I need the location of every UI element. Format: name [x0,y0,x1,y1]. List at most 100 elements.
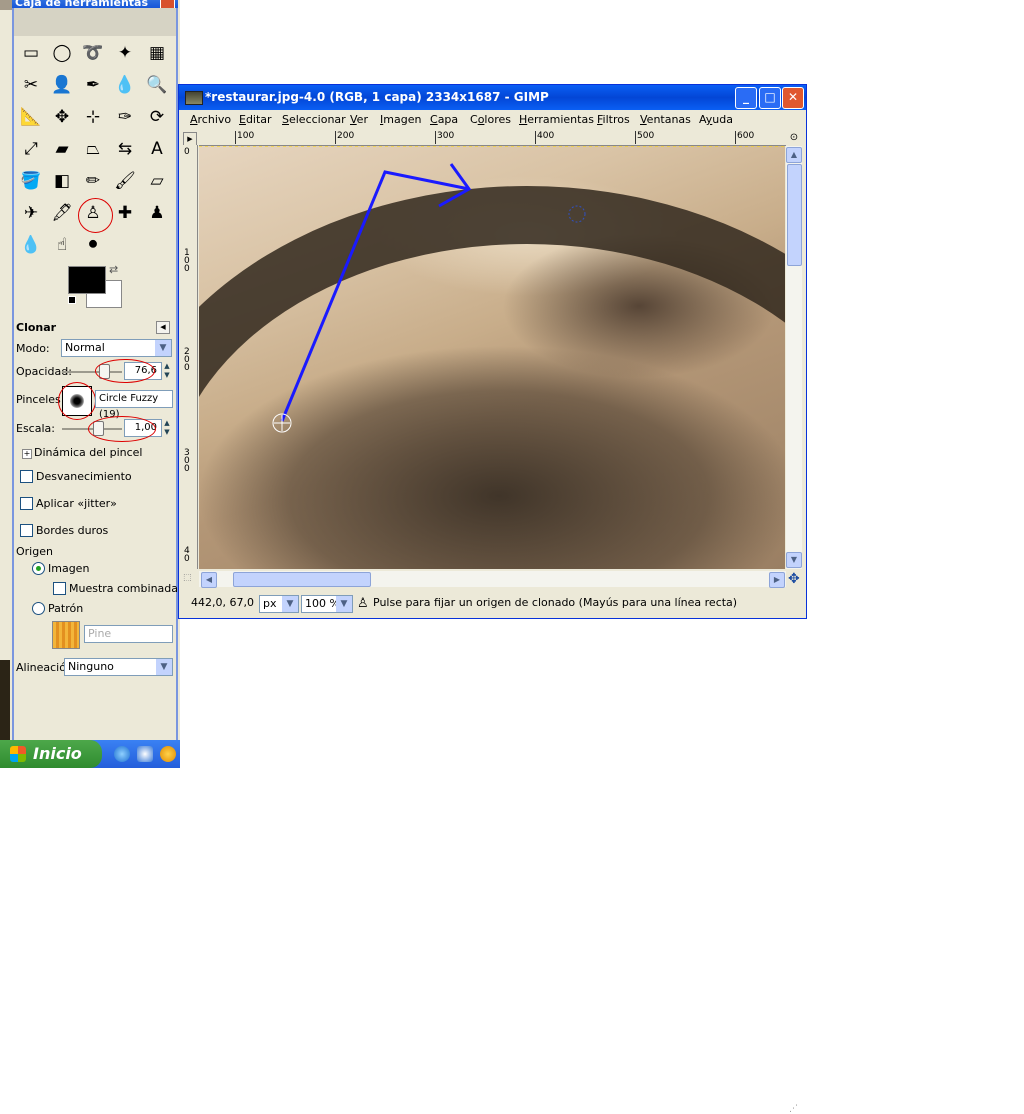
scroll-down-icon[interactable]: ▼ [786,552,802,568]
lasso-icon[interactable]: ➰ [80,40,106,66]
source-pattern-radio[interactable] [32,602,45,615]
menu-colores[interactable]: Colores [470,110,511,130]
opacity-spin-arrows-icon[interactable]: ▲ ▼ [162,362,172,380]
scroll-up-icon[interactable]: ▲ [786,147,802,163]
bucket-fill-icon[interactable]: 🪣 [18,168,44,194]
brush-highlight [58,382,96,420]
swap-colors-icon[interactable]: ⇄ [109,263,118,276]
ruler-tick-label: 400 [534,131,555,144]
eraser-icon[interactable]: ▱ [144,168,170,194]
menu-arrow-icon[interactable]: ▶ [183,132,197,146]
image-canvas[interactable] [199,146,785,569]
move-icon[interactable]: ✥ [49,104,75,130]
scale-icon[interactable]: ⤢ [18,136,44,162]
gradient-icon[interactable]: ◧ [49,168,75,194]
maximize-button[interactable]: □ [759,87,781,109]
fuzzy-select-icon[interactable]: ✦ [112,40,138,66]
ruler-tick-label: 1 0 0 [184,248,190,274]
paths-icon[interactable]: ✒ [80,72,106,98]
vertical-scroll-thumb[interactable] [787,164,802,266]
menu-ver[interactable]: Ver [350,110,368,130]
menu-editar[interactable]: Editar [239,110,272,130]
rotate-icon[interactable]: ⟳ [144,104,170,130]
smudge-icon[interactable]: ☝ [49,232,75,258]
mode-select[interactable]: Normal ▼ [61,339,172,357]
dodge-burn-icon[interactable]: ⚫ [80,232,106,258]
brush-dynamics-expander[interactable]: Dinámica del pincel [34,446,142,459]
image-window: *restaurar.jpg-4.0 (RGB, 1 capa) 2334x16… [178,84,807,1114]
paintbrush-icon[interactable]: 🖌 [112,168,138,194]
internet-explorer-icon[interactable] [114,746,130,762]
show-desktop-icon[interactable] [137,746,153,762]
expand-icon[interactable]: + [22,449,32,459]
scroll-left-icon[interactable]: ◀ [201,572,217,588]
shear-icon[interactable]: ▰ [49,136,75,162]
status-bar: 442,0, 67,0 px ▼ 100 % ▼ ♙ Pulse para fi… [179,590,806,1114]
pattern-value: Pine [88,627,112,640]
foreground-select-icon[interactable]: 👤 [49,72,75,98]
text-icon[interactable]: A [144,136,170,162]
zoom-select[interactable]: 100 % ▼ [301,595,353,613]
close-button[interactable]: ✕ [782,87,804,109]
select-by-color-icon[interactable]: ▦ [144,40,170,66]
collapse-arrow-icon[interactable]: ◀ [156,321,170,334]
perspective-icon[interactable]: ⏢ [80,136,106,162]
measure-icon[interactable]: 📐 [18,104,44,130]
navigate-icon[interactable]: ✥ [788,571,800,587]
default-colors-icon[interactable] [68,296,76,304]
minimize-button[interactable]: _ [735,87,757,109]
menu-imagen[interactable]: Imagen [380,110,421,130]
align-icon[interactable]: ⊹ [80,104,106,130]
menu-capa[interactable]: Capa [430,110,458,130]
ink-icon[interactable]: 🖋 [49,200,75,226]
image-thumbnail-icon [185,91,203,105]
menu-seleccionar[interactable]: Seleccionar [282,110,346,130]
menu-ventanas[interactable]: Ventanas [640,110,691,130]
jitter-checkbox[interactable] [20,497,33,510]
resize-grip-icon[interactable]: ⋰ [789,1104,798,1114]
color-picker-icon[interactable]: 💧 [112,72,138,98]
ellipse-select-icon[interactable]: ◯ [49,40,75,66]
clone-stamp-icon: ♙ [357,596,369,611]
scale-spin-arrows-icon[interactable]: ▲ ▼ [162,419,172,437]
hard-edges-checkbox[interactable] [20,524,33,537]
menu-ayuda[interactable]: Ayuda [699,110,733,130]
zoom-toggle-icon[interactable]: ⊙ [788,132,800,144]
unit-select[interactable]: px ▼ [259,595,299,613]
menu-filtros[interactable]: Filtros [597,110,630,130]
media-player-icon[interactable] [160,746,176,762]
crop-icon[interactable]: ✑ [112,104,138,130]
fade-checkbox[interactable] [20,470,33,483]
foreground-color-swatch[interactable] [68,266,106,294]
hard-edges-label: Bordes duros [36,524,109,537]
horizontal-ruler: 100 200 300 400 500 600 [199,131,786,146]
menu-archivo[interactable]: Archivo [190,110,231,130]
airbrush-icon[interactable]: ✈ [18,200,44,226]
toolbox-title: Caja de herramientas [12,0,178,8]
scissors-icon[interactable]: ✂ [18,72,44,98]
start-label: Inicio [33,744,82,763]
zoom-icon[interactable]: 🔍 [144,72,170,98]
window-titlebar[interactable]: *restaurar.jpg-4.0 (RGB, 1 capa) 2334x16… [179,85,806,110]
start-button[interactable]: Inicio [0,740,102,768]
horizontal-scrollbar[interactable]: ◀ ▶ [199,571,786,588]
rect-select-icon[interactable]: ▭ [18,40,44,66]
blur-icon[interactable]: 💧 [18,232,44,258]
mode-value: Normal [65,341,105,354]
sample-merged-checkbox[interactable] [53,582,66,595]
menu-herramientas[interactable]: Herramientas [519,110,594,130]
pencil-icon[interactable]: ✏ [80,168,106,194]
flip-icon[interactable]: ⇆ [112,136,138,162]
menubar: Archivo Editar Seleccionar Ver Imagen Capa Col… [179,110,806,130]
source-image-radio[interactable] [32,562,45,575]
horizontal-scroll-thumb[interactable] [233,572,371,587]
heal-icon[interactable]: ✚ [112,200,138,226]
perspective-clone-icon[interactable]: ♟ [144,200,170,226]
scroll-right-icon[interactable]: ▶ [769,572,785,588]
brush-name-field[interactable]: Circle Fuzzy (19) [95,390,173,420]
vertical-ruler: 0 1 0 0 2 0 0 3 0 0 4 0 [182,145,198,569]
alignment-value: Ninguno [68,660,114,673]
quick-mask-icon[interactable]: ⬚ [183,573,195,585]
vertical-scrollbar[interactable]: ▲ ▼ [786,146,802,569]
alignment-select[interactable]: Ninguno ▼ [64,658,173,676]
